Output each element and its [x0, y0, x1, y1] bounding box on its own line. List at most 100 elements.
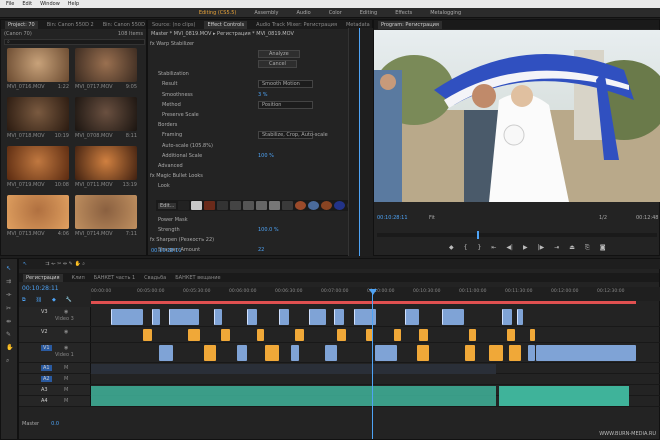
video-clip[interactable]	[502, 309, 512, 325]
effect-dropdown[interactable]: Stabilize, Crop, Auto-scale	[258, 131, 328, 140]
video-clip[interactable]	[419, 329, 428, 341]
menu-edit[interactable]: Edit	[22, 1, 32, 7]
step-back-icon[interactable]: ◀|	[506, 244, 513, 252]
step-forward-icon[interactable]: |▶	[538, 244, 545, 252]
hand-tool-icon[interactable]: ✋	[6, 344, 13, 351]
add-marker-icon[interactable]: ◆	[52, 297, 56, 303]
track-id[interactable]: A3	[41, 387, 48, 393]
video-clip[interactable]	[442, 309, 464, 325]
audio-clip-a2-end[interactable]	[499, 386, 629, 406]
video-clip[interactable]	[489, 345, 503, 361]
video-clip[interactable]	[325, 345, 337, 361]
sequence-tab[interactable]: Регистрация	[23, 273, 63, 282]
video-clip[interactable]	[221, 329, 230, 341]
effect-tab[interactable]: Metadata	[346, 22, 370, 28]
track-id[interactable]: V2	[41, 329, 48, 335]
look-swatch[interactable]	[282, 201, 294, 210]
razor-tool-icon[interactable]: ✂	[6, 305, 12, 312]
workspace-tab[interactable]: Color	[329, 10, 342, 16]
edit-looks-button[interactable]: Edit...	[158, 202, 177, 209]
eye-icon[interactable]: ◉	[64, 329, 68, 335]
effect-value[interactable]: 100.0 %	[258, 227, 279, 233]
resolution-dropdown[interactable]: 1/2	[599, 215, 607, 221]
lift-icon[interactable]: ⏏	[569, 244, 575, 252]
video-clip[interactable]	[291, 345, 299, 361]
mark-in-icon[interactable]: {	[464, 244, 468, 252]
look-swatch[interactable]	[178, 201, 190, 210]
look-swatch[interactable]	[243, 201, 255, 210]
clip-thumbnail[interactable]	[75, 48, 137, 82]
video-clip[interactable]	[394, 329, 401, 341]
workspace-tab[interactable]: Metalogging	[430, 10, 461, 16]
zoom-tool-icon[interactable]: ⌕	[6, 357, 12, 365]
program-playhead[interactable]	[477, 231, 479, 239]
video-clip[interactable]	[528, 345, 535, 361]
look-swatch[interactable]	[204, 201, 216, 210]
audio-clip-a1[interactable]	[91, 364, 496, 374]
look-swatch[interactable]	[308, 201, 320, 210]
effect-value[interactable]: 22	[258, 247, 264, 253]
effect-dropdown[interactable]: Smooth Motion	[258, 80, 313, 89]
effect-tab[interactable]: Source: (no clips)	[152, 22, 195, 28]
video-clip[interactable]	[295, 329, 304, 341]
video-clip[interactable]	[517, 309, 523, 325]
look-swatch[interactable]	[269, 201, 281, 210]
settings-icon[interactable]: 🔧	[66, 297, 72, 303]
video-clip[interactable]	[214, 309, 222, 325]
program-tab[interactable]: Program: Регистрация	[378, 20, 442, 29]
look-swatch[interactable]	[295, 201, 307, 210]
video-clip[interactable]	[405, 309, 419, 325]
look-swatch[interactable]	[217, 201, 229, 210]
effect-tab[interactable]: Audio Track Mixer: Регистрация	[256, 22, 337, 28]
timeline-playhead[interactable]	[372, 289, 373, 439]
project-tab[interactable]: Bin: Canon 550D	[103, 22, 145, 28]
video-clip[interactable]	[111, 309, 143, 325]
video-clip[interactable]	[507, 329, 515, 341]
workspace-tab[interactable]: Editing (CS5.5)	[199, 10, 237, 16]
look-swatch[interactable]	[230, 201, 242, 210]
workspace-tab[interactable]: Audio	[296, 10, 310, 16]
look-swatch[interactable]	[334, 201, 346, 210]
snap-icon[interactable]: ⧉	[22, 297, 26, 303]
video-clip[interactable]	[536, 345, 636, 361]
menu-help[interactable]: Help	[68, 1, 79, 7]
video-clip[interactable]	[469, 329, 476, 341]
mark-out-icon[interactable]: }	[477, 244, 481, 252]
clip-thumbnail[interactable]	[75, 195, 137, 229]
sequence-tab[interactable]: БАНКЕТ часть 1	[94, 275, 135, 281]
effect-button[interactable]: Analyze	[258, 49, 300, 58]
video-clip[interactable]	[465, 345, 475, 361]
extract-icon[interactable]: ⎘	[585, 244, 590, 252]
effect-tab[interactable]: Effect Controls	[204, 20, 248, 29]
effect-value[interactable]: 100 %	[258, 153, 274, 159]
video-clip[interactable]	[265, 345, 279, 361]
go-to-out-icon[interactable]: ⇥	[554, 244, 559, 252]
program-scrubber[interactable]	[377, 231, 657, 239]
effect-button[interactable]: Cancel	[258, 59, 297, 68]
selection-icon[interactable]: ↖	[23, 261, 27, 267]
effect-value[interactable]: 3 %	[258, 92, 268, 98]
sequence-tab[interactable]: Свадьба	[144, 275, 166, 281]
eye-icon[interactable]: ◉	[64, 345, 68, 351]
video-clip[interactable]	[334, 309, 344, 325]
eye-icon[interactable]: M	[64, 387, 68, 393]
track-id[interactable]: A1	[41, 365, 52, 371]
video-clip[interactable]	[237, 345, 247, 361]
video-clip[interactable]	[509, 345, 521, 361]
track-id[interactable]: V3	[41, 309, 48, 315]
audio-clip-a2[interactable]	[91, 386, 496, 406]
search-field[interactable]: ⌕	[4, 39, 145, 45]
video-clip[interactable]	[188, 329, 200, 341]
clip-thumbnail[interactable]	[7, 97, 69, 131]
track-id[interactable]: V1	[41, 345, 52, 351]
go-to-in-icon[interactable]: ⇤	[491, 244, 496, 252]
sequence-tab[interactable]: БАНКЕТ вещание	[175, 275, 220, 281]
video-clip[interactable]	[530, 329, 535, 341]
clip-thumbnail[interactable]	[75, 97, 137, 131]
project-tab[interactable]: Project: 70	[5, 20, 38, 29]
look-swatch[interactable]	[256, 201, 268, 210]
video-clip[interactable]	[169, 309, 199, 325]
look-swatch[interactable]	[321, 201, 333, 210]
video-clip[interactable]	[143, 329, 152, 341]
selection-tool-icon[interactable]: ↖	[6, 265, 12, 272]
